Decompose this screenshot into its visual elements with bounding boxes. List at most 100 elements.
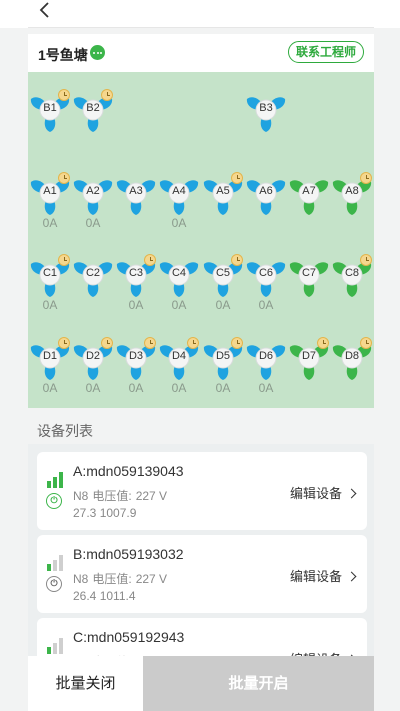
chevron-left-icon[interactable]: [34, 0, 58, 22]
aerator-label: D4: [171, 350, 187, 362]
timer-clock-icon: [58, 172, 70, 184]
timer-clock-icon: [101, 337, 113, 349]
aerator-current: 0A: [171, 298, 187, 312]
aerator-label: D5: [215, 350, 231, 362]
signal-strength-icon: [47, 555, 63, 571]
aerator-a5[interactable]: A5: [200, 170, 246, 216]
aerator-c5[interactable]: C5: [200, 252, 246, 298]
timer-clock-icon: [58, 89, 70, 101]
batch-on-button[interactable]: 批量开启: [143, 656, 374, 711]
timer-clock-icon: [144, 254, 156, 266]
aerator-d7[interactable]: D7: [286, 335, 332, 381]
top-bar: [0, 0, 400, 28]
aerator-label: B1: [43, 102, 57, 114]
voltage-value: 227 V: [135, 489, 168, 503]
device-card: ⏻ A:mdn059139043 N8 电压值: 227 V 27.3 1007.9 编辑设…: [37, 452, 367, 530]
aerator-d6[interactable]: D6: [243, 335, 289, 381]
chevron-right-icon: [346, 488, 357, 499]
edit-device-button[interactable]: 编辑设备: [289, 483, 357, 502]
device-model: N8: [73, 572, 89, 586]
batch-off-button[interactable]: 批量关闭: [28, 656, 143, 711]
timer-clock-icon: [187, 337, 199, 349]
aerator-label: C8: [344, 267, 360, 279]
voltage-label: 电压值:: [92, 489, 132, 503]
aerator-d5[interactable]: D5: [200, 335, 246, 381]
aerator-label: C7: [301, 267, 317, 279]
edit-device-button[interactable]: 编辑设备: [290, 649, 357, 656]
aerator-label: C5: [215, 267, 231, 279]
more-dots-icon[interactable]: [90, 45, 105, 60]
pond-map: B1 B2 B3 A1 0A A2 0A A3 A4 0A A5 A6 A7 A8 C1 0A C2 C3 0A C4…: [28, 72, 374, 408]
aerator-c3[interactable]: C3: [113, 252, 159, 298]
aerator-current: 0A: [85, 381, 101, 395]
aerator-d2[interactable]: D2: [70, 335, 116, 381]
aerator-d4[interactable]: D4: [156, 335, 202, 381]
aerator-label: C3: [128, 267, 144, 279]
aerator-c4[interactable]: C4: [156, 252, 202, 298]
chevron-right-icon: [346, 571, 357, 582]
device-name: B:mdn059193032: [73, 546, 184, 562]
aerator-current: 0A: [42, 216, 58, 230]
device-readings: 26.4 1011.4: [73, 589, 136, 603]
edit-device-label: 编辑设备: [289, 569, 342, 584]
aerator-current: 0A: [215, 298, 231, 312]
aerator-current: 0A: [171, 216, 187, 230]
timer-clock-icon: [360, 254, 372, 266]
aerator-c2[interactable]: C2: [70, 252, 116, 298]
aerator-current: 0A: [258, 298, 274, 312]
aerator-c8[interactable]: C8: [329, 252, 375, 298]
aerator-d1[interactable]: D1: [27, 335, 73, 381]
aerator-current: 0A: [128, 381, 144, 395]
aerator-a6[interactable]: A6: [243, 170, 289, 216]
bottom-action-bar: 批量关闭 批量开启: [28, 656, 374, 711]
aerator-current: 0A: [171, 381, 187, 395]
aerator-c7[interactable]: C7: [286, 252, 332, 298]
timer-clock-icon: [144, 337, 156, 349]
device-card: ⏻C:mdn059192943N8电压值:227 V编辑设备: [37, 618, 367, 656]
device-name: A:mdn059139043: [73, 463, 184, 479]
timer-clock-icon: [58, 337, 70, 349]
timer-clock-icon: [58, 254, 70, 266]
aerator-label: B2: [86, 102, 100, 114]
aerator-c1[interactable]: C1: [27, 252, 73, 298]
signal-strength-icon: [47, 638, 63, 654]
voltage-value: 227 V: [135, 572, 168, 586]
aerator-current: 0A: [42, 298, 58, 312]
aerator-label: A7: [302, 185, 316, 197]
timer-clock-icon: [231, 172, 243, 184]
signal-strength-icon: [47, 472, 63, 488]
aerator-a7[interactable]: A7: [286, 170, 332, 216]
device-model: N8: [73, 489, 89, 503]
power-plug-icon: ⏻: [46, 493, 62, 509]
timer-clock-icon: [360, 172, 372, 184]
aerator-c6[interactable]: C6: [243, 252, 289, 298]
aerator-a2[interactable]: A2: [70, 170, 116, 216]
aerator-label: A5: [216, 185, 230, 197]
aerator-a4[interactable]: A4: [156, 170, 202, 216]
device-list: ⏻ A:mdn059139043 N8 电压值: 227 V 27.3 1007.9 编辑设…: [28, 444, 374, 656]
aerator-label: D3: [128, 350, 144, 362]
aerator-current: 0A: [215, 381, 231, 395]
aerator-d3[interactable]: D3: [113, 335, 159, 381]
device-card: ⏻ B:mdn059193032 N8 电压值: 227 V 26.4 1011.4 编辑设…: [37, 535, 367, 613]
device-voltage: N8电压值:227 V: [73, 570, 171, 587]
aerator-a3[interactable]: A3: [113, 170, 159, 216]
aerator-b3[interactable]: B3: [243, 87, 289, 133]
device-readings: 27.3 1007.9: [73, 506, 137, 520]
pond-header: 1号鱼塘 联系工程师: [28, 34, 374, 72]
aerator-b1[interactable]: B1: [27, 87, 73, 133]
aerator-label: C1: [42, 267, 58, 279]
aerator-b2[interactable]: B2: [70, 87, 116, 133]
aerator-a1[interactable]: A1: [27, 170, 73, 216]
aerator-a8[interactable]: A8: [329, 170, 375, 216]
aerator-label: A6: [259, 185, 273, 197]
aerator-d8[interactable]: D8: [329, 335, 375, 381]
divider: [28, 27, 374, 28]
aerator-label: D7: [301, 350, 317, 362]
timer-clock-icon: [317, 337, 329, 349]
device-name: C:mdn059192943: [73, 629, 185, 645]
contact-engineer-button[interactable]: 联系工程师: [287, 41, 364, 63]
aerator-current: 0A: [258, 381, 274, 395]
edit-device-button[interactable]: 编辑设备: [289, 566, 357, 585]
edit-device-label: 编辑设备: [289, 486, 342, 501]
